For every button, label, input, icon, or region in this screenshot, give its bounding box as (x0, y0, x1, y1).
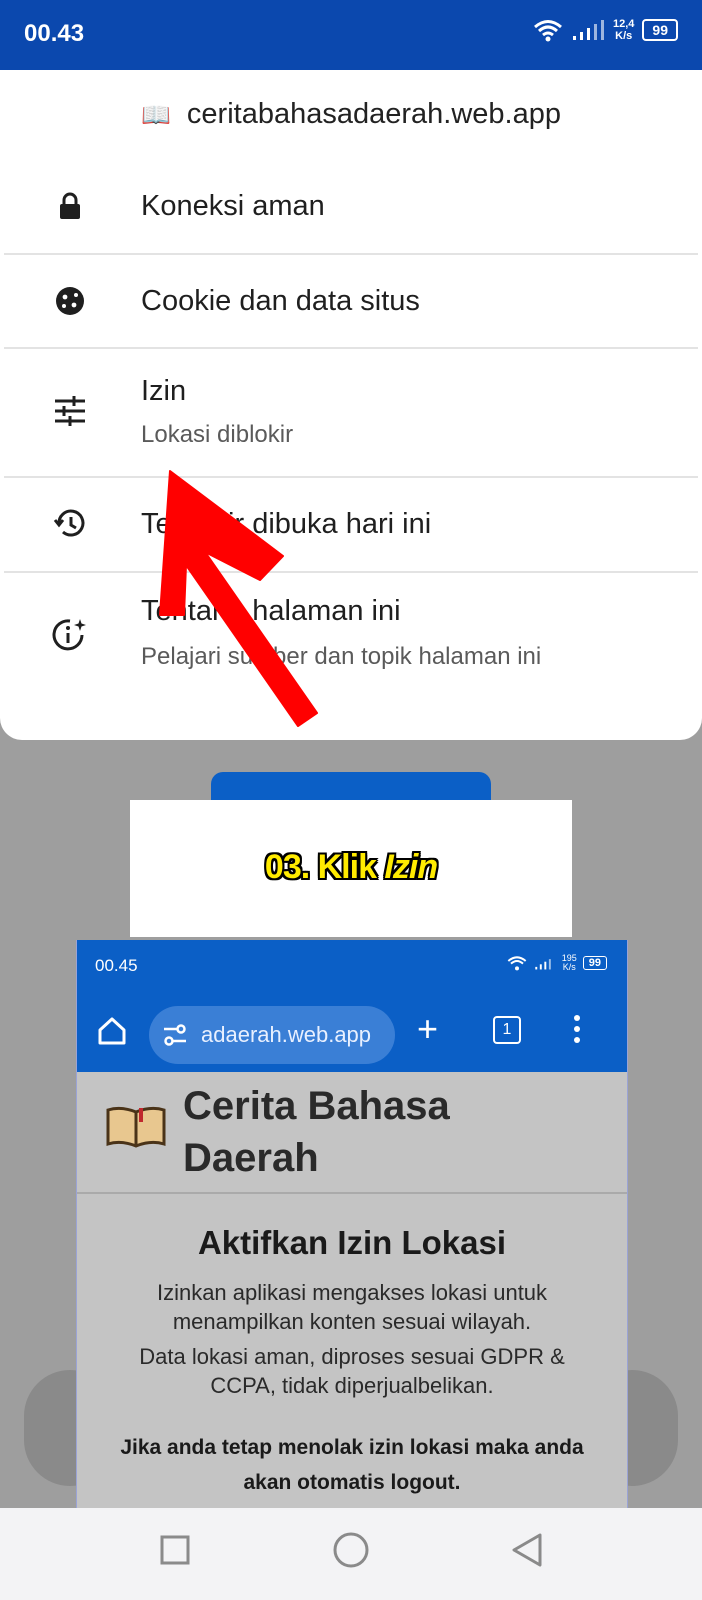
sheet-url: 📖 ceritabahasadaerah.web.app (141, 98, 561, 130)
book-icon (105, 1104, 167, 1155)
menu-item-title: Izin (141, 375, 187, 407)
menu-item-about-page[interactable]: Tentang halaman ini Pelajari sumber dan … (0, 573, 702, 703)
cookie-icon (52, 283, 88, 319)
info-sparkle-icon (52, 617, 88, 653)
inner-paragraph-1: Izinkan aplikasi mengakses lokasi untuk … (156, 1280, 548, 1334)
home-button[interactable] (331, 1530, 371, 1570)
inner-status-bar: 00.45 195 K/s 99 (77, 940, 627, 990)
menu-item-title: Cookie dan data situs (141, 285, 420, 317)
network-speed: 12,4 K/s (613, 18, 635, 42)
inner-status-time: 00.45 (95, 956, 138, 975)
inner-status-icons: 195 K/s 99 (506, 954, 607, 972)
menu-item-title: Terakhir dibuka hari ini (141, 508, 432, 540)
new-tab-icon: + (417, 1008, 439, 1049)
battery-indicator: 99 (642, 19, 678, 41)
tune-icon (52, 393, 88, 429)
inner-site-header: Cerita Bahasa Daerah (77, 1072, 627, 1194)
inner-warning: Jika anda tetap menolak izin lokasi maka… (120, 1436, 584, 1494)
triangle-back-icon (512, 1533, 542, 1567)
site-info-sheet: 📖 ceritabahasadaerah.web.app Koneksi aman… (0, 70, 702, 740)
square-icon (160, 1535, 190, 1565)
wifi-icon (534, 20, 562, 42)
inner-battery: 99 (582, 956, 607, 970)
signal-icon (535, 959, 551, 970)
instruction-caption: 03. Klik Izin (130, 800, 572, 937)
inner-network-speed: 195 K/s (561, 953, 577, 972)
recents-button[interactable] (155, 1530, 195, 1570)
menu-item-secure-connection[interactable]: Koneksi aman (0, 160, 702, 252)
menu-item-cookies[interactable]: Cookie dan data situs (0, 255, 702, 347)
menu-item-subtitle: Pelajari sumber dan topik halaman ini (141, 643, 542, 670)
inner-screenshot: 00.45 195 K/s 99 adaerah.web.app + 1 Ceri… (76, 940, 628, 1510)
lock-icon (52, 188, 88, 224)
signal-icon (573, 20, 604, 40)
circle-icon (333, 1532, 369, 1568)
tab-count-icon: 1 (493, 1016, 521, 1044)
status-icons: 12,4 K/s 99 (533, 18, 678, 42)
wifi-icon (507, 956, 527, 971)
back-button[interactable] (507, 1530, 547, 1570)
inner-site-title: Cerita Bahasa Daerah (183, 1084, 450, 1180)
inner-address-bar: adaerah.web.app (149, 1006, 395, 1064)
inner-paragraph-2: Data lokasi aman, diproses sesuai GDPR &… (139, 1344, 565, 1398)
menu-item-title: Koneksi aman (141, 190, 325, 222)
inner-browser-toolbar: adaerah.web.app + 1 (77, 990, 627, 1072)
site-settings-icon (163, 1024, 187, 1052)
caption-text: 03. Klik Izin (264, 848, 438, 886)
inner-heading: Aktifkan Izin Lokasi (197, 1224, 507, 1261)
system-nav-bar (0, 1508, 702, 1600)
more-menu-icon (573, 1014, 581, 1049)
inner-url-text: adaerah.web.app (201, 1022, 372, 1047)
status-time: 00.43 (24, 20, 85, 47)
book-icon: 📖 (141, 102, 171, 129)
menu-item-title: Tentang halaman ini (141, 595, 401, 627)
status-bar: 00.43 12,4 K/s 99 (0, 0, 702, 70)
menu-item-permissions[interactable]: Izin Lokasi diblokir (0, 349, 702, 475)
inner-content: Aktifkan Izin Lokasi Izinkan aplikasi me… (77, 1194, 627, 1510)
menu-item-subtitle: Lokasi diblokir (141, 421, 294, 448)
history-icon (52, 506, 88, 542)
home-icon (97, 1016, 127, 1051)
menu-item-history[interactable]: Terakhir dibuka hari ini (0, 478, 702, 570)
